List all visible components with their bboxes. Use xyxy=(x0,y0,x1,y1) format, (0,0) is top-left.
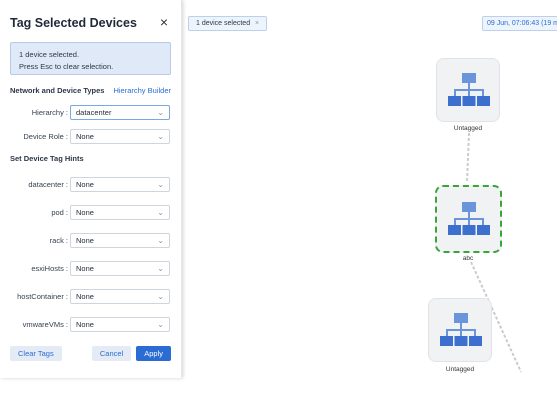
cancel-button[interactable]: Cancel xyxy=(91,346,132,361)
device-role-row: Device Role : None ⌄ xyxy=(10,128,171,144)
device-role-select[interactable]: None ⌄ xyxy=(70,128,170,144)
hint-select-pod[interactable]: None ⌄ xyxy=(70,204,170,220)
panel-header: Tag Selected Devices × xyxy=(10,0,171,42)
selection-info-box: 1 device selected. Press Esc to clear se… xyxy=(10,42,171,75)
chevron-down-icon: ⌄ xyxy=(157,207,164,217)
chevron-down-icon: ⌄ xyxy=(157,263,164,273)
node-label: Untagged xyxy=(445,366,475,373)
hint-select-rack[interactable]: None ⌄ xyxy=(70,232,170,248)
hierarchy-label: Hierarchy : xyxy=(31,107,68,117)
device-node[interactable] xyxy=(428,298,492,362)
hint-select-host-container[interactable]: None ⌄ xyxy=(70,288,170,304)
tag-hints-list: datacenter : None ⌄ pod : None ⌄ rack : … xyxy=(10,176,171,332)
hint-value: None xyxy=(76,319,94,329)
hint-label: vmwareVMs : xyxy=(22,319,68,329)
device-node[interactable] xyxy=(436,58,500,122)
node-label: abc xyxy=(462,255,474,262)
network-section-title: Network and Device Types xyxy=(10,85,105,95)
hint-label: esxiHosts : xyxy=(31,263,68,273)
chevron-down-icon: ⌄ xyxy=(157,291,164,301)
hint-label: hostContainer : xyxy=(17,291,68,301)
chevron-down-icon: ⌄ xyxy=(157,179,164,189)
node-label: Untagged xyxy=(453,125,483,132)
hint-row-host-container: hostContainer : None ⌄ xyxy=(10,288,171,304)
hierarchy-icon xyxy=(448,73,490,106)
hierarchy-builder-link[interactable]: Hierarchy Builder xyxy=(113,86,171,95)
chevron-down-icon: ⌄ xyxy=(157,131,164,141)
hint-row-esxi-hosts: esxiHosts : None ⌄ xyxy=(10,260,171,276)
info-line-count: 1 device selected. xyxy=(19,50,80,59)
hint-select-vmware-vms[interactable]: None ⌄ xyxy=(70,316,170,332)
hint-row-pod: pod : None ⌄ xyxy=(10,204,171,220)
hint-value: None xyxy=(76,291,94,301)
hint-row-vmware-vms: vmwareVMs : None ⌄ xyxy=(10,316,171,332)
hint-label: pod : xyxy=(51,207,68,217)
hierarchy-icon xyxy=(448,202,490,235)
apply-button[interactable]: Apply xyxy=(136,346,171,361)
hint-value: None xyxy=(76,235,94,245)
chevron-down-icon: ⌄ xyxy=(157,235,164,245)
info-line-hint: Press Esc to clear selection. xyxy=(19,62,114,71)
device-role-value: None xyxy=(76,131,94,141)
hint-value: None xyxy=(76,207,94,217)
hint-label: rack : xyxy=(49,235,68,245)
hints-section-title: Set Device Tag Hints xyxy=(10,154,84,163)
hierarchy-select[interactable]: datacenter ⌄ xyxy=(70,104,170,120)
tag-devices-panel: Tag Selected Devices × 1 device selected… xyxy=(0,0,182,378)
hint-label: datacenter : xyxy=(28,179,68,189)
chevron-down-icon: ⌄ xyxy=(157,107,164,117)
hint-value: None xyxy=(76,263,94,273)
close-icon[interactable]: × xyxy=(157,15,171,29)
hint-row-datacenter: datacenter : None ⌄ xyxy=(10,176,171,192)
panel-actions: Clear Tags Cancel Apply xyxy=(10,346,171,361)
link-edge xyxy=(466,132,470,183)
device-role-label: Device Role : xyxy=(23,131,68,141)
hierarchy-icon xyxy=(440,313,482,346)
hint-value: None xyxy=(76,179,94,189)
network-section-header: Network and Device Types Hierarchy Build… xyxy=(10,84,171,96)
panel-title: Tag Selected Devices xyxy=(10,16,137,30)
hint-select-datacenter[interactable]: None ⌄ xyxy=(70,176,170,192)
chevron-down-icon: ⌄ xyxy=(157,319,164,329)
hierarchy-value: datacenter xyxy=(76,107,112,117)
hint-select-esxi-hosts[interactable]: None ⌄ xyxy=(70,260,170,276)
hierarchy-row: Hierarchy : datacenter ⌄ xyxy=(10,104,171,120)
hint-row-rack: rack : None ⌄ xyxy=(10,232,171,248)
clear-tags-button[interactable]: Clear Tags xyxy=(10,346,62,361)
device-node-selected[interactable] xyxy=(435,185,502,253)
